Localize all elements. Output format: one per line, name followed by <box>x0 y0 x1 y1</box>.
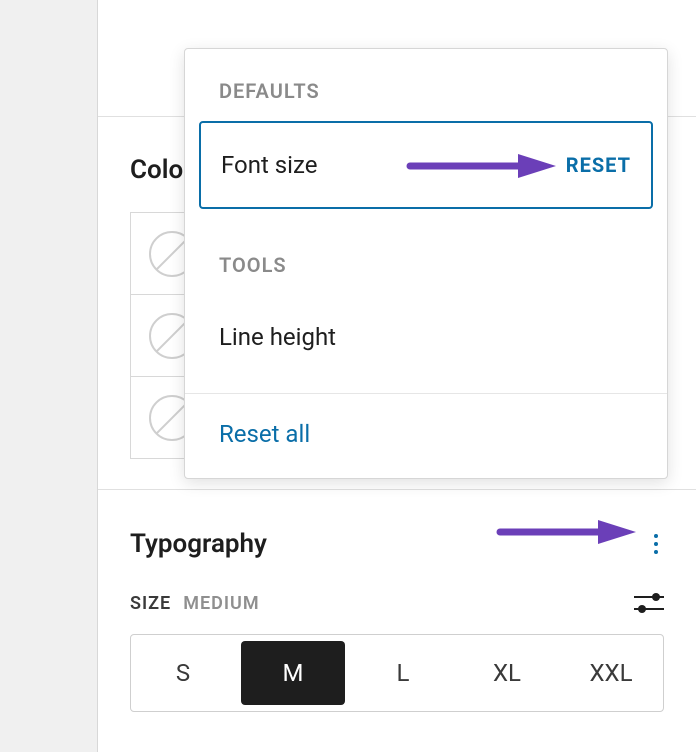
custom-size-button[interactable] <box>634 592 664 614</box>
size-option-s[interactable]: S <box>131 635 235 711</box>
size-label-group: SIZE MEDIUM <box>130 593 260 614</box>
typography-options-popover: DEFAULTS Font size RESET TOOLS Line heig… <box>184 48 668 479</box>
font-size-label: Font size <box>221 151 317 179</box>
popover-item-font-size[interactable]: Font size RESET <box>199 121 653 209</box>
popover-group-defaults: DEFAULTS <box>185 49 667 121</box>
popover-item-line-height[interactable]: Line height <box>199 295 653 379</box>
reset-font-size-button[interactable]: RESET <box>566 153 631 177</box>
more-options-button[interactable] <box>648 528 664 560</box>
reset-all-button[interactable]: Reset all <box>185 394 667 478</box>
size-button-group: S M L XL XXL <box>130 634 664 712</box>
line-height-label: Line height <box>219 323 336 351</box>
typography-heading: Typography <box>130 529 267 559</box>
size-value: MEDIUM <box>183 593 259 614</box>
size-option-xxl[interactable]: XXL <box>559 635 663 711</box>
popover-group-tools: TOOLS <box>185 223 667 295</box>
size-option-xl[interactable]: XL <box>455 635 559 711</box>
size-option-m[interactable]: M <box>241 641 345 705</box>
size-key: SIZE <box>130 593 171 614</box>
typography-section: Typography SIZE MEDIUM <box>98 489 696 712</box>
size-option-l[interactable]: L <box>351 635 455 711</box>
